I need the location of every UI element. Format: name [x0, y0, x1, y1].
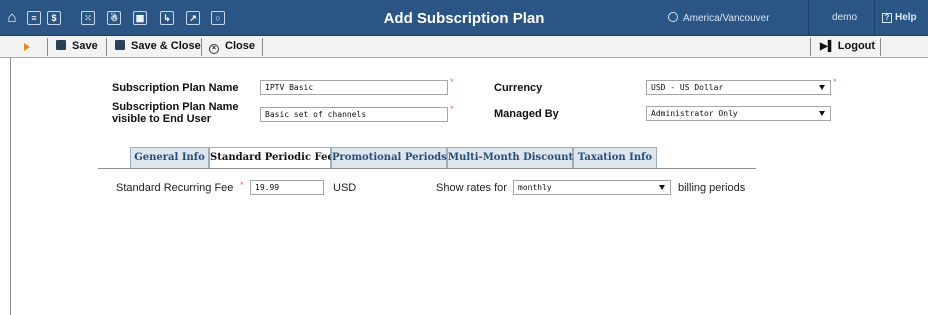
billing-period-select[interactable]: monthly [513, 180, 671, 195]
visible-name-label: Subscription Plan Name visible to End Us… [112, 101, 239, 125]
floppy-icon [56, 40, 66, 50]
plan-name-input[interactable]: IPTV Basic [260, 80, 448, 95]
managed-by-label: Managed By [494, 108, 559, 120]
required-marker: * [450, 104, 454, 114]
close-label: Close [225, 40, 255, 52]
visible-name-label-line2: visible to End User [112, 113, 212, 125]
tab-taxation-info[interactable]: Taxation Info [573, 147, 657, 168]
currency-value: USD - US Dollar [651, 83, 724, 92]
help-link[interactable]: ? Help [882, 12, 917, 23]
billing-periods-label: billing periods [678, 182, 746, 194]
required-marker: * [833, 77, 837, 87]
toolbar-divider [262, 38, 263, 56]
toolbar-divider [810, 38, 811, 56]
tab-standard-periodic-fee[interactable]: Standard Periodic Fee [209, 147, 334, 169]
currency-label: Currency [494, 82, 543, 94]
visible-name-label-line1: Subscription Plan Name [112, 101, 239, 113]
tab-underline [98, 168, 756, 169]
logout-label: Logout [837, 40, 876, 52]
save-label: Save [72, 40, 98, 52]
billing-period-value: monthly [518, 183, 552, 192]
timezone-link[interactable]: America/Vancouver [668, 12, 770, 24]
toolbar-divider [47, 38, 48, 56]
logout-icon: ▶▌ [820, 41, 835, 52]
user-name[interactable]: demo [832, 12, 857, 23]
required-marker: * [240, 180, 244, 190]
header-divider [808, 0, 809, 36]
logout-button[interactable]: ▶▌ Logout [820, 40, 875, 52]
save-close-button[interactable]: Save & Close [115, 40, 201, 52]
tab-promotional-periods[interactable]: Promotional Periods [331, 147, 447, 168]
chevron-down-icon [819, 111, 825, 116]
toolbar: Save Save & Close × Close ▶▌ Logout [0, 36, 928, 58]
help-label: Help [895, 12, 917, 23]
managed-by-value: Administrator Only [651, 109, 738, 118]
close-button[interactable]: × Close [209, 40, 255, 54]
toolbar-divider [201, 38, 202, 56]
show-rates-label: Show rates for [436, 182, 507, 194]
fee-currency: USD [333, 182, 357, 194]
help-icon: ? [882, 13, 892, 23]
chevron-down-icon [659, 185, 665, 190]
close-icon: × [209, 44, 219, 54]
timezone-label: America/Vancouver [683, 13, 770, 24]
floppy-icon [115, 40, 125, 50]
tab-multi-month-discounts[interactable]: Multi-Month Discounts [447, 147, 579, 168]
page-title: Add Subscription Plan [383, 10, 545, 27]
title-bar: ⌂ ≡ $ ⁙ ☃ ▦ ↳ ↗ ○ Add Subscription Plan … [0, 0, 928, 36]
currency-select[interactable]: USD - US Dollar [646, 80, 831, 95]
plan-name-label: Subscription Plan Name [112, 82, 239, 94]
toolbar-divider [106, 38, 107, 56]
clock-icon [668, 12, 678, 22]
recurring-fee-label: Standard Recurring Fee [116, 182, 234, 194]
save-close-label: Save & Close [131, 40, 201, 52]
managed-by-select[interactable]: Administrator Only [646, 106, 831, 121]
tab-general-info[interactable]: General Info [130, 147, 209, 168]
arrow-right-icon [24, 43, 30, 51]
save-button[interactable]: Save [56, 40, 98, 52]
chevron-down-icon [819, 85, 825, 90]
content-border [10, 58, 11, 315]
toolbar-divider [880, 38, 881, 56]
recurring-fee-input[interactable]: 19.99 [250, 180, 324, 195]
visible-name-input[interactable]: Basic set of channels [260, 107, 448, 122]
required-marker: * [450, 77, 454, 87]
header-divider [874, 0, 875, 36]
